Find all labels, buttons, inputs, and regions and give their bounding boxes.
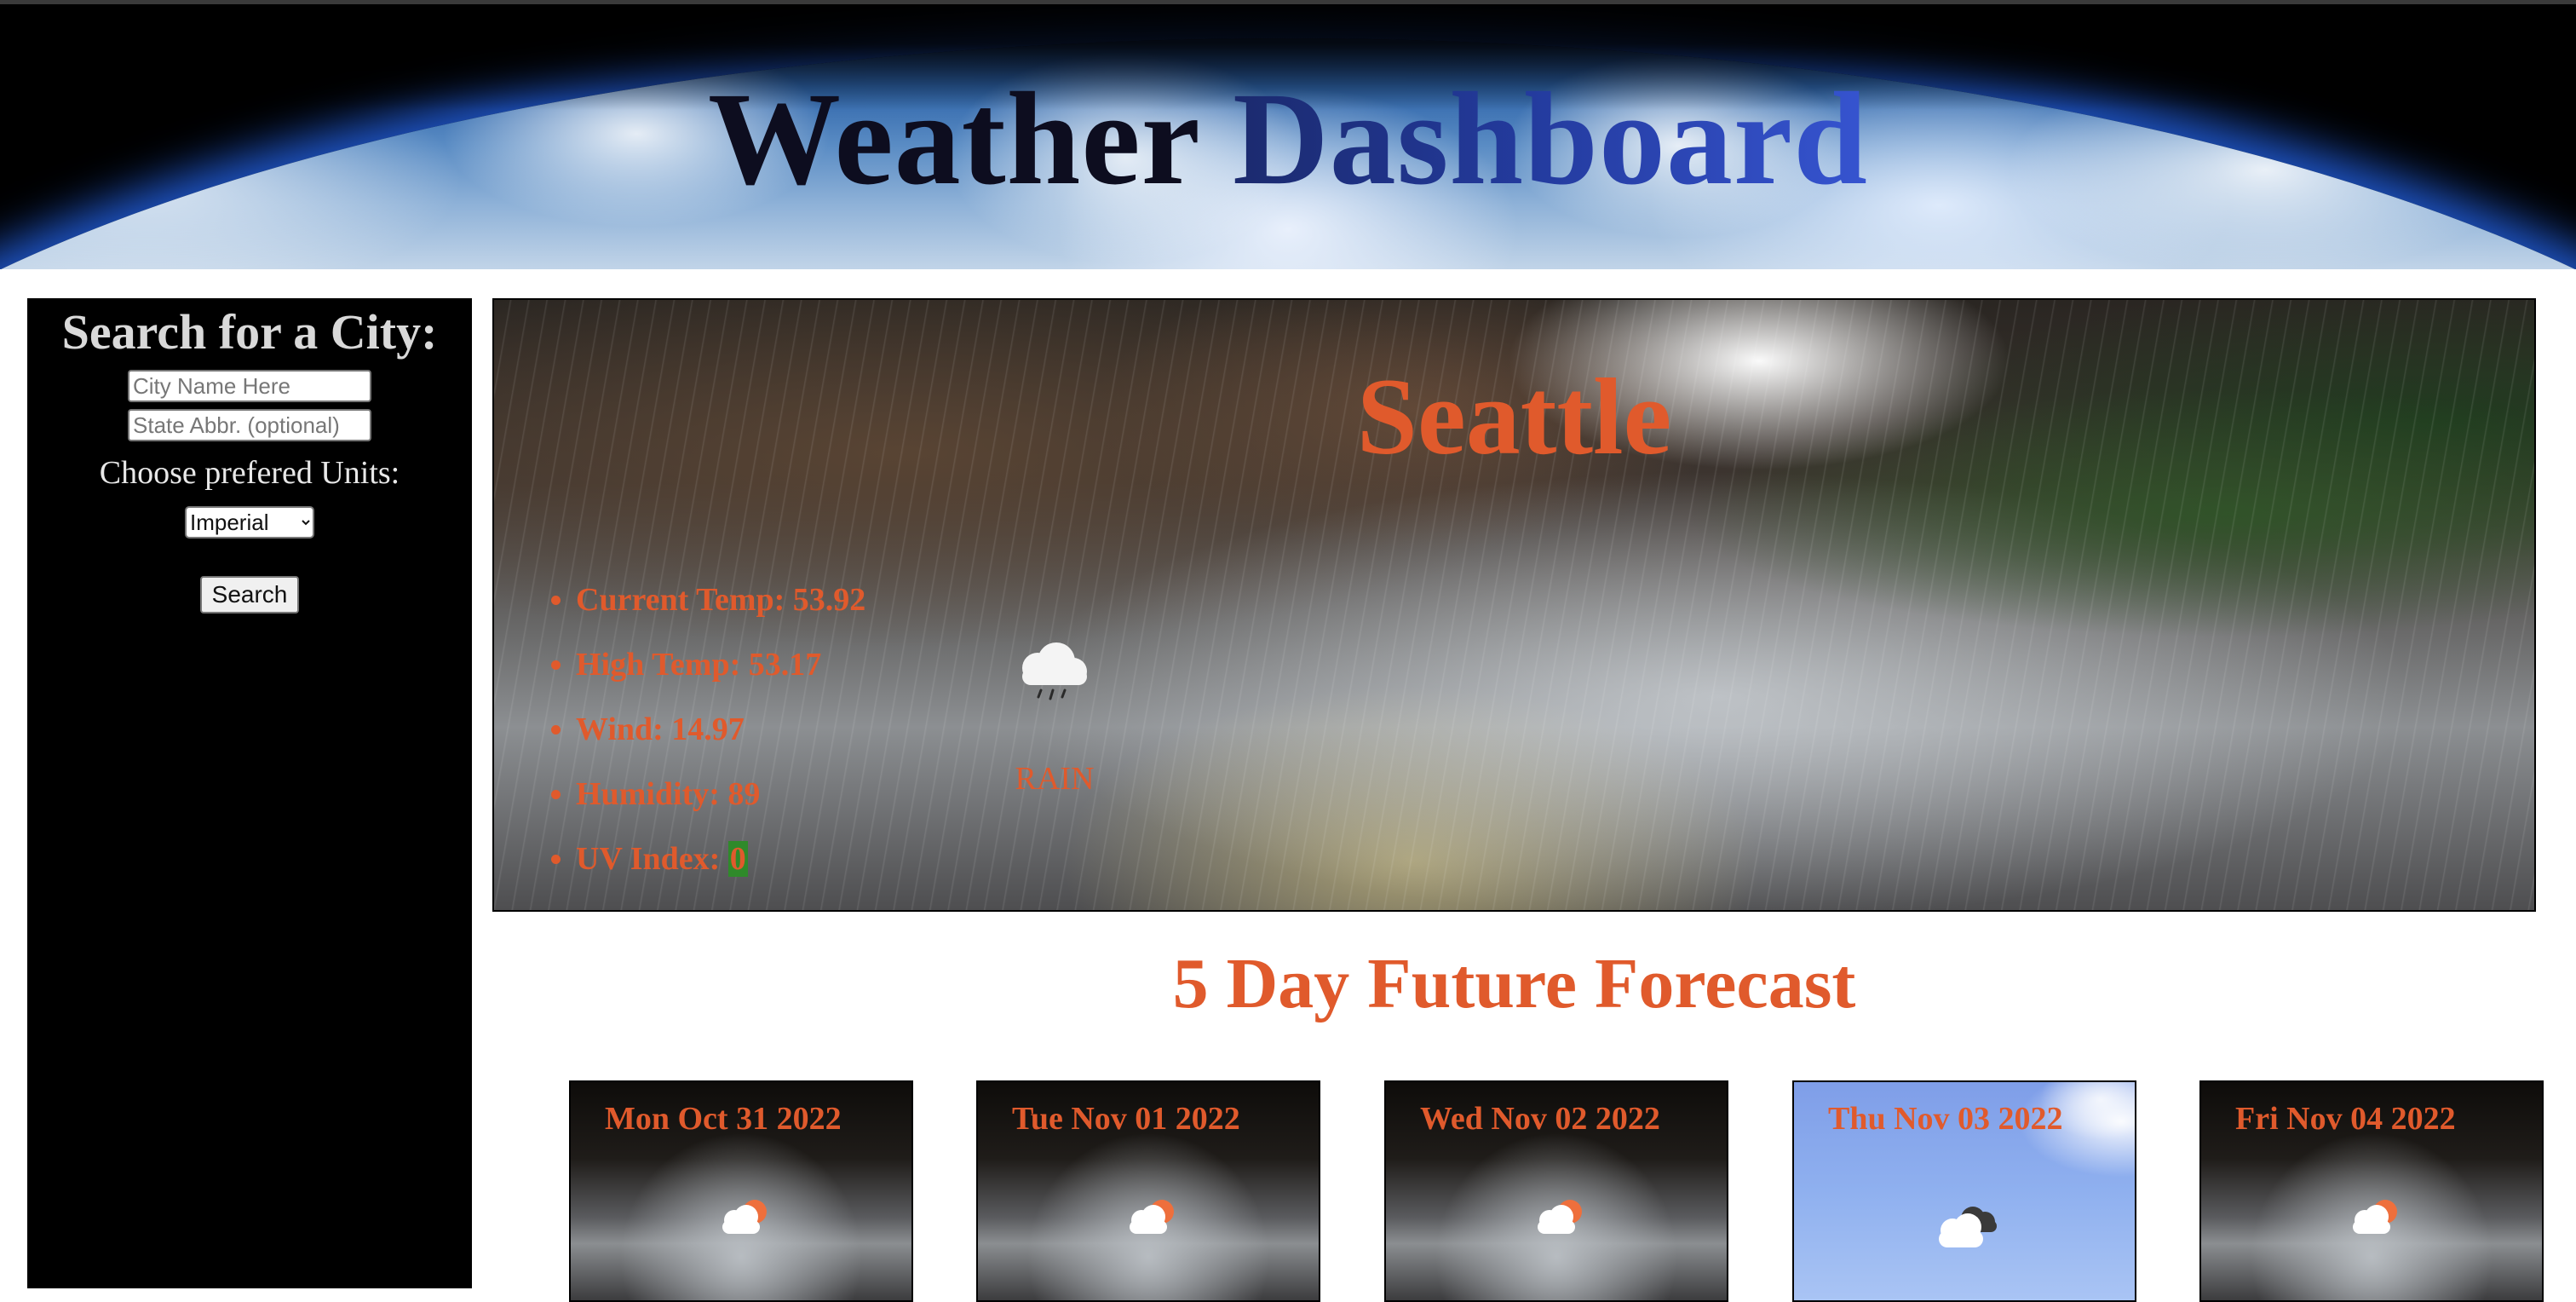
forecast-card-day-3: Wed Nov 02 2022 [1384,1080,1728,1302]
stat-value: 89 [727,776,761,812]
forecast-card-day-4: Thu Nov 03 2022 [1792,1080,2136,1302]
stat-value: 53.17 [748,647,822,683]
rain-cloud-icon [1022,642,1087,700]
state-abbr-input[interactable] [128,409,371,441]
forecast-date: Thu Nov 03 2022 [1828,1101,2063,1137]
forecast-date: Fri Nov 04 2022 [2235,1101,2456,1137]
stat-current-temp: Current Temp: 53.92 [576,581,865,619]
uv-index-badge: 0 [727,841,748,877]
stat-humidity: Humidity: 89 [576,775,865,813]
stat-label: Humidity: [576,776,728,812]
forecast-card-day-2: Tue Nov 01 2022 [976,1080,1320,1302]
forecast-card-day-1: Mon Oct 31 2022 [569,1080,913,1302]
forecast-date: Mon Oct 31 2022 [605,1101,842,1137]
stat-label: Current Temp: [576,582,793,618]
stat-uv-index: UV Index: 0 [576,840,865,878]
broken-clouds-icon [1939,1207,1997,1247]
city-name-input[interactable] [128,370,371,402]
forecast-date: Wed Nov 02 2022 [1420,1101,1660,1137]
partly-cloudy-icon [722,1200,767,1234]
search-button[interactable]: Search [200,576,299,614]
city-name: Seattle [1356,356,1672,477]
forecast-date: Tue Nov 01 2022 [1012,1101,1240,1137]
header-banner: Weather Dashboard [0,4,2576,269]
stat-label: UV Index: [576,841,728,877]
site-title: Weather Dashboard [0,62,2576,216]
partly-cloudy-icon [2353,1200,2397,1234]
current-weather-panel: Seattle Current Temp: 53.92 High Temp: 5… [492,298,2536,912]
search-sidebar: Search for a City: Choose prefered Units… [27,298,472,1288]
units-label: Choose prefered Units: [99,455,400,491]
partly-cloudy-icon [1130,1200,1174,1234]
weather-description: RAIN [1015,761,1095,797]
partly-cloudy-icon [1538,1200,1582,1234]
stat-value: 53.92 [792,582,866,618]
stat-high-temp: High Temp: 53.17 [576,646,865,683]
stat-label: Wind: [576,711,672,747]
stat-wind: Wind: 14.97 [576,711,865,748]
search-heading: Search for a City: [61,304,438,360]
site-title-word-2: Dashboard [1233,65,1868,212]
units-select[interactable]: Imperial [185,506,314,539]
stat-label: High Temp: [576,647,749,683]
forecast-card-day-5: Fri Nov 04 2022 [2199,1080,2544,1302]
forecast-title: 5 Day Future Forecast [1172,944,1856,1023]
stat-value: 14.97 [671,711,745,747]
current-stats-list: Current Temp: 53.92 High Temp: 53.17 Win… [545,581,865,905]
site-title-word-1: Weather [708,65,1199,212]
